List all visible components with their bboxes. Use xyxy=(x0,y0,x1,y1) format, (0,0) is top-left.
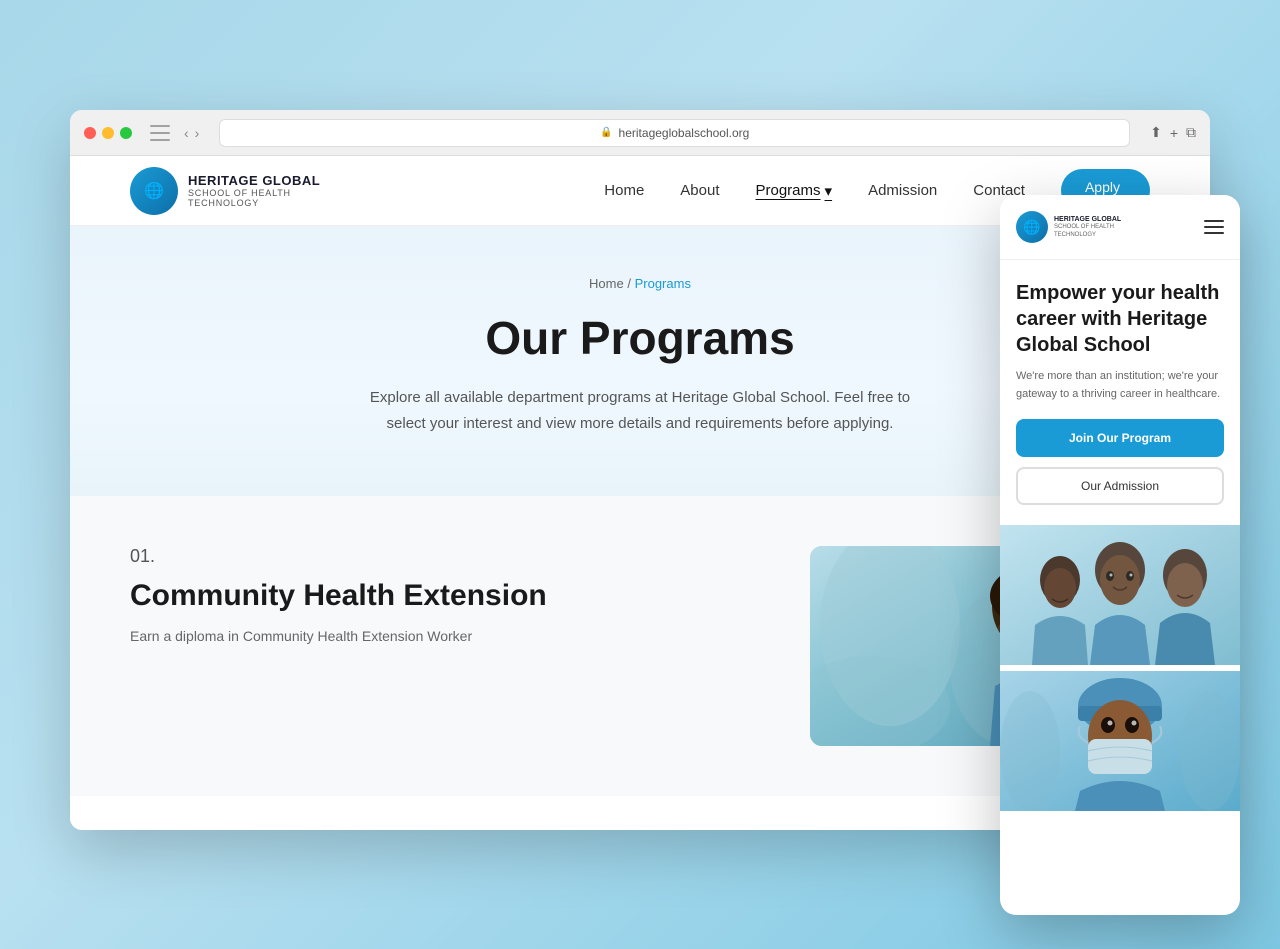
mobile-image-1 xyxy=(1000,525,1240,665)
maximize-button[interactable] xyxy=(120,127,132,139)
mobile-logo-title: HERITAGE GLOBAL xyxy=(1054,215,1121,224)
mobile-images xyxy=(1000,525,1240,811)
program-number: 01. xyxy=(130,546,770,567)
mobile-logo: 🌐 HERITAGE GLOBAL SCHOOL OF HEALTHTECHNO… xyxy=(1016,211,1121,243)
nav-about[interactable]: About xyxy=(680,182,719,199)
toolbar-actions: ⬆ + ⧉ xyxy=(1150,124,1196,141)
page-title: Our Programs xyxy=(130,311,1150,365)
logo-subtitle-line1: SCHOOL OF HEALTH xyxy=(188,188,320,198)
program-item-1: 01. Community Health Extension Earn a di… xyxy=(130,546,1150,746)
tabs-icon[interactable]: ⧉ xyxy=(1186,124,1196,141)
browser-toolbar: ‹ › 🔒 heritageglobalschool.org ⬆ + ⧉ xyxy=(70,110,1210,156)
nav-home[interactable]: Home xyxy=(604,182,644,199)
mobile-hero-title: Empower your health career with Heritage… xyxy=(1016,280,1224,358)
mobile-logo-icon: 🌐 xyxy=(1016,211,1048,243)
lock-icon: 🔒 xyxy=(600,127,612,138)
logo-text: HERITAGE GLOBAL SCHOOL OF HEALTH TECHNOL… xyxy=(188,173,320,209)
mobile-image-2 xyxy=(1000,671,1240,811)
close-button[interactable] xyxy=(84,127,96,139)
mobile-hero-subtitle: We're more than an institution; we're yo… xyxy=(1016,368,1224,403)
chevron-down-icon: ▾ xyxy=(825,182,833,200)
breadcrumb: Home / Programs xyxy=(130,276,1150,291)
browser-traffic-lights xyxy=(84,127,132,139)
new-tab-icon[interactable]: + xyxy=(1170,125,1178,141)
logo-icon: 🌐 xyxy=(130,167,178,215)
page-subtitle: Explore all available department program… xyxy=(360,385,920,436)
nav-programs[interactable]: Programs ▾ xyxy=(756,182,833,200)
program-desc: Earn a diploma in Community Health Exten… xyxy=(130,625,770,647)
address-bar[interactable]: 🔒 heritageglobalschool.org xyxy=(219,119,1130,147)
mobile-join-program-button[interactable]: Join Our Program xyxy=(1016,419,1224,457)
minimize-button[interactable] xyxy=(102,127,114,139)
mobile-globe-icon: 🌐 xyxy=(1023,219,1040,236)
breadcrumb-home[interactable]: Home xyxy=(589,276,624,291)
mobile-logo-subtitle: SCHOOL OF HEALTHTECHNOLOGY xyxy=(1054,224,1121,240)
logo-area: 🌐 HERITAGE GLOBAL SCHOOL OF HEALTH TECHN… xyxy=(130,167,320,215)
program-info: 01. Community Health Extension Earn a di… xyxy=(130,546,770,647)
mobile-header: 🌐 HERITAGE GLOBAL SCHOOL OF HEALTHTECHNO… xyxy=(1000,195,1240,260)
nav-admission[interactable]: Admission xyxy=(868,182,937,199)
share-icon[interactable]: ⬆ xyxy=(1150,124,1162,141)
logo-title: HERITAGE GLOBAL xyxy=(188,173,320,189)
globe-icon: 🌐 xyxy=(144,181,164,201)
url-text: heritageglobalschool.org xyxy=(619,126,750,140)
mobile-admission-button[interactable]: Our Admission xyxy=(1016,467,1224,505)
breadcrumb-separator: / xyxy=(627,276,634,291)
hamburger-menu[interactable] xyxy=(1204,220,1224,234)
breadcrumb-current: Programs xyxy=(635,276,691,291)
back-arrow[interactable]: ‹ xyxy=(184,125,189,141)
logo-subtitle-line2: TECHNOLOGY xyxy=(188,198,320,208)
sidebar-toggle-icon[interactable] xyxy=(150,125,170,141)
forward-arrow[interactable]: › xyxy=(195,125,200,141)
program-name: Community Health Extension xyxy=(130,579,770,613)
mobile-logo-text: HERITAGE GLOBAL SCHOOL OF HEALTHTECHNOLO… xyxy=(1054,215,1121,240)
mobile-hero: Empower your health career with Heritage… xyxy=(1000,260,1240,525)
browser-nav-arrows: ‹ › xyxy=(184,125,199,141)
mobile-panel: 🌐 HERITAGE GLOBAL SCHOOL OF HEALTHTECHNO… xyxy=(1000,195,1240,915)
